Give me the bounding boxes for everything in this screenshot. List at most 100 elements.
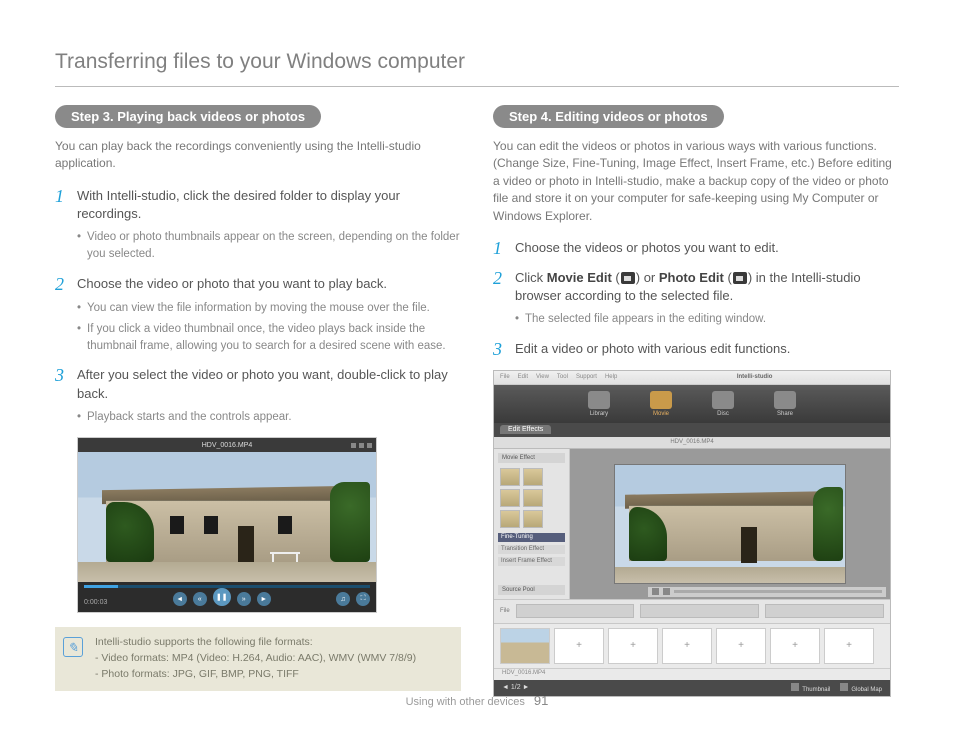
page-footer: Using with other devices 91	[0, 693, 954, 708]
step3-item-2: 2 Choose the video or photo that you wan…	[55, 275, 461, 295]
prev-button[interactable]: ◄	[173, 592, 187, 606]
step4-item-3: 3 Edit a video or photo with various edi…	[493, 340, 899, 360]
timeline-frame[interactable]: +	[554, 628, 604, 664]
step4-item-2-text: Click Movie Edit () or Photo Edit () in …	[515, 269, 899, 305]
view-thumbnail[interactable]: Thumbnail	[791, 683, 830, 693]
step4-item-2-bullets: The selected file appears in the editing…	[515, 311, 899, 328]
timeline-frame[interactable]: +	[770, 628, 820, 664]
num-1: 1	[55, 187, 69, 223]
movie-edit-label: Movie Edit	[547, 270, 612, 285]
mode-label: Library	[590, 411, 608, 417]
right-column: Step 4. Editing videos or photos You can…	[493, 105, 899, 697]
movie-edit-icon	[621, 272, 635, 284]
editor-strip: File	[494, 599, 890, 623]
mode-label: Movie	[653, 411, 669, 417]
editor-body: Movie Effect Fine-Tuning Transition Effe…	[494, 449, 890, 599]
play-button[interactable]	[652, 588, 659, 595]
editor-filebar: HDV_0016.MP4	[494, 437, 890, 449]
step4-pill: Step 4. Editing videos or photos	[493, 105, 724, 128]
menu-item[interactable]: Edit	[518, 374, 528, 380]
editor-playbar	[648, 587, 886, 597]
menu-item[interactable]: Help	[605, 374, 617, 380]
tab-edit-effects[interactable]: Edit Effects	[500, 425, 551, 434]
thumbnail-icon	[791, 683, 799, 691]
globe-icon	[840, 683, 848, 691]
timeline-label: HDV_0016.MP4	[494, 668, 890, 680]
video-player: HDV_0016.MP4 0:00:03 ◄ « ❚❚ »	[77, 437, 377, 613]
text-fragment: Click	[515, 270, 547, 285]
editor-canvas	[615, 465, 845, 583]
menu-item[interactable]: Tool	[557, 374, 568, 380]
volume-button[interactable]: ♫	[336, 592, 350, 606]
effect-thumb[interactable]	[523, 489, 543, 507]
step3-item-2-bullets: You can view the file information by mov…	[77, 300, 461, 354]
library-icon	[588, 391, 610, 409]
effect-thumb[interactable]	[523, 468, 543, 486]
window-buttons	[351, 443, 372, 448]
app-title: Intelli-studio	[737, 374, 773, 380]
photo-edit-label: Photo Edit	[659, 270, 724, 285]
footer-section: Using with other devices	[406, 696, 525, 708]
text-fragment: (	[724, 270, 732, 285]
step3-item-1: 1 With Intelli-studio, click the desired…	[55, 187, 461, 223]
sidebar-head: Movie Effect	[498, 453, 565, 463]
menu-item[interactable]: Support	[576, 374, 597, 380]
sidebar-item[interactable]: Transition Effect	[498, 545, 565, 554]
mode-disc[interactable]: Disc	[712, 391, 734, 417]
view-global-map[interactable]: Global Map	[840, 683, 882, 693]
step3-item-1-bullets: Video or photo thumbnails appear on the …	[77, 229, 461, 262]
num-1: 1	[493, 239, 507, 259]
mode-label: Disc	[717, 411, 729, 417]
next-button[interactable]: ►	[257, 592, 271, 606]
list-item: The selected file appears in the editing…	[515, 311, 899, 328]
page-number: 91	[534, 693, 548, 708]
effect-thumb[interactable]	[500, 510, 520, 528]
video-frame	[78, 452, 376, 582]
mode-share[interactable]: Share	[774, 391, 796, 417]
source-pool-head: Source Pool	[498, 585, 565, 595]
list-item: Playback starts and the controls appear.	[77, 409, 461, 426]
step4-item-1-text: Choose the videos or photos you want to …	[515, 239, 779, 259]
strip-seg	[640, 604, 759, 618]
menu-item[interactable]: File	[500, 374, 510, 380]
step3-pill: Step 3. Playing back videos or photos	[55, 105, 321, 128]
num-3: 3	[493, 340, 507, 360]
page-title: Transferring files to your Windows compu…	[55, 50, 899, 87]
menu-item[interactable]: View	[536, 374, 549, 380]
sidebar-item[interactable]: Insert Frame Effect	[498, 557, 565, 566]
editor-menubar: File Edit View Tool Support Help Intelli…	[494, 371, 890, 385]
timeline-frame[interactable]: +	[716, 628, 766, 664]
step3-item-2-text: Choose the video or photo that you want …	[77, 275, 387, 295]
mode-library[interactable]: Library	[588, 391, 610, 417]
step4-item-3-text: Edit a video or photo with various edit …	[515, 340, 790, 360]
note-line-1: Intelli-studio supports the following fi…	[95, 635, 451, 651]
text-fragment: (	[612, 270, 620, 285]
time-elapsed: 0:00:03	[84, 599, 107, 606]
editor-window: File Edit View Tool Support Help Intelli…	[493, 370, 891, 697]
timeline-frame[interactable]	[500, 628, 550, 664]
seek-bar[interactable]	[84, 585, 370, 588]
forward-button[interactable]: »	[237, 592, 251, 606]
mode-movie[interactable]: Movie	[650, 391, 672, 417]
pause-button[interactable]: ❚❚	[213, 588, 231, 606]
share-icon	[774, 391, 796, 409]
play-seek[interactable]	[674, 590, 882, 593]
text-fragment: ) or	[636, 270, 659, 285]
timeline-frame[interactable]: +	[824, 628, 874, 664]
effect-thumb[interactable]	[523, 510, 543, 528]
fullscreen-button[interactable]: ⛶	[356, 592, 370, 606]
step3-item-1-text: With Intelli-studio, click the desired f…	[77, 187, 461, 223]
step4-item-1: 1 Choose the videos or photos you want t…	[493, 239, 899, 259]
timeline-frame[interactable]: +	[608, 628, 658, 664]
player-controls: 0:00:03 ◄ « ❚❚ » ► ♫ ⛶	[78, 582, 376, 612]
timeline-frame[interactable]: +	[662, 628, 712, 664]
stop-button[interactable]	[663, 588, 670, 595]
list-item: If you click a video thumbnail once, the…	[77, 321, 461, 354]
sidebar-item[interactable]: Fine-Tuning	[498, 533, 565, 542]
photo-edit-icon	[733, 272, 747, 284]
editor-sidebar: Movie Effect Fine-Tuning Transition Effe…	[494, 449, 570, 599]
effect-thumb[interactable]	[500, 468, 520, 486]
editor-timeline: + + + + + +	[494, 623, 890, 668]
rewind-button[interactable]: «	[193, 592, 207, 606]
effect-thumb[interactable]	[500, 489, 520, 507]
